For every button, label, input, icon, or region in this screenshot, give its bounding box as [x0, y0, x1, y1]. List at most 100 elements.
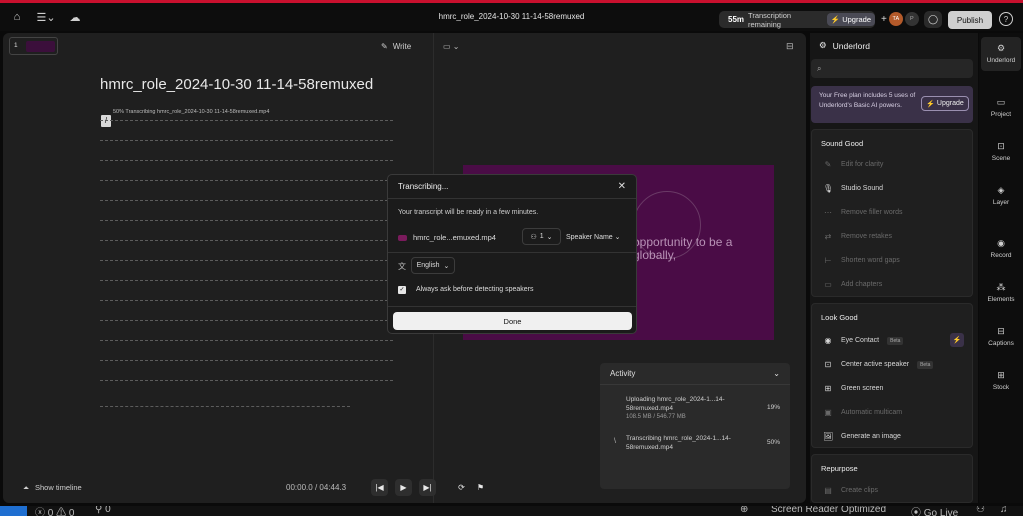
ports-indicator[interactable]: ⚲ 0 — [95, 506, 111, 515]
avatar[interactable]: P — [904, 12, 919, 26]
notifications-icon[interactable]: ♫ — [1000, 506, 1008, 515]
edit-for-clarity-item[interactable]: ✎ Edit for clarity — [823, 160, 884, 169]
show-timeline-button[interactable]: ⏶ Show timeline — [23, 483, 82, 493]
zoom-icon[interactable]: ⊕ — [740, 506, 748, 515]
green-screen-item[interactable]: ⊞ Green screen — [823, 384, 884, 393]
rail-captions[interactable]: ⊟ Captions — [979, 326, 1023, 347]
transcribing-dialog: Transcribing... ✕ Your transcript will b… — [387, 174, 637, 334]
rail-underlord[interactable]: ⚙ Underlord — [981, 37, 1021, 71]
panel-title: ⚙ Underlord — [819, 40, 870, 51]
chevron-down-icon: ⌄ — [546, 233, 553, 241]
remove-filler-words-item[interactable]: ⋯ Remove filler words — [823, 208, 902, 217]
canvas-layout-dropdown[interactable]: ▭ ⌄ — [443, 42, 459, 51]
collaborators[interactable]: + TA P — [881, 12, 919, 26]
remote-indicator[interactable] — [0, 506, 27, 516]
skip-forward-button[interactable]: ▶| — [419, 479, 436, 496]
generate-image-item[interactable]: 🖼 Generate an image — [823, 432, 901, 441]
activity-panel: Activity ⌄ Uploading hmrc_role_2024-1...… — [600, 363, 790, 489]
layers-icon: ◈ — [997, 185, 1005, 195]
publish-button[interactable]: Publish — [948, 11, 992, 29]
automatic-multicam-item[interactable]: ▣ Automatic multicam — [823, 408, 902, 417]
top-bar: ⌂ ☰⌄ ☁ hmrc_role_2024-10-30 11-14-58remu… — [0, 3, 1023, 31]
pen-icon: ✎ — [381, 42, 388, 51]
section-heading: Repurpose — [821, 464, 858, 473]
bolt-icon: ⚡ — [926, 100, 935, 108]
slash-command-button[interactable]: / — [101, 115, 111, 127]
close-icon[interactable]: ✕ — [618, 181, 626, 192]
beta-badge: Beta — [887, 336, 904, 345]
spinner-icon: \ — [614, 438, 616, 445]
placeholder-line — [100, 240, 393, 241]
create-clips-item[interactable]: ▤ Create clips — [823, 486, 878, 495]
speaker-count-dropdown[interactable]: ⚇ 1 ⌄ — [522, 228, 561, 245]
speaker-name-dropdown[interactable]: Speaker Name ⌄ — [566, 233, 621, 241]
upgrade-button[interactable]: ⚡ Upgrade — [826, 13, 875, 26]
rail-layer[interactable]: ◈ Layer — [979, 185, 1023, 206]
skip-back-button[interactable]: |◀ — [371, 479, 388, 496]
comments-button[interactable]: ◯ — [924, 11, 942, 28]
script-title[interactable]: hmrc_role_2024-10-30 11-14-58remuxed — [100, 76, 373, 93]
play-button[interactable]: ▶ — [395, 479, 412, 496]
accounts-icon[interactable]: ⚇ — [976, 506, 985, 515]
rail-record[interactable]: ◉ Record — [979, 238, 1023, 259]
loop-button[interactable]: ⟳ — [453, 479, 470, 496]
panel-layout-icon[interactable]: ⊟ — [786, 41, 794, 52]
add-collaborator-icon[interactable]: + — [881, 14, 887, 25]
gap-icon: ⊢ — [824, 256, 832, 265]
placeholder-line — [100, 380, 393, 381]
write-mode-button[interactable]: ✎ Write — [381, 42, 411, 51]
folder-icon: ▭ — [996, 97, 1006, 107]
chevron-down-icon[interactable]: ⌄ — [773, 369, 780, 378]
record-icon: ◉ — [997, 238, 1005, 248]
elements-icon: ⁂ — [996, 282, 1006, 292]
shorten-word-gaps-item[interactable]: ⊢ Shorten word gaps — [823, 256, 900, 265]
activity-item-percent: 50% — [766, 439, 780, 446]
placeholder-line — [100, 320, 393, 321]
done-button[interactable]: Done — [393, 312, 632, 330]
add-chapters-item[interactable]: ▭ Add chapters — [823, 280, 882, 289]
activity-item-size: 108.5 MB / 546.77 MB — [626, 414, 686, 420]
activity-item-percent: 19% — [766, 404, 780, 411]
checkbox-label: Always ask before detecting speakers — [416, 286, 534, 293]
screen-reader-status[interactable]: Screen Reader Optimized — [771, 506, 886, 515]
scene-thumbnail[interactable]: 1 — [9, 37, 58, 55]
rail-scene[interactable]: ⊡ Scene — [979, 141, 1023, 162]
activity-item-title: Uploading hmrc_role_2024-1...14-58remuxe… — [626, 396, 725, 412]
microphone-icon: 🎙 — [823, 184, 834, 193]
always-ask-checkbox[interactable]: ✓ — [398, 286, 406, 294]
search-input[interactable]: ⌕ — [811, 59, 973, 78]
bolt-icon[interactable]: ⚡ — [950, 333, 964, 347]
help-button[interactable]: ? — [999, 12, 1013, 26]
remove-retakes-item[interactable]: ⇄ Remove retakes — [823, 232, 892, 241]
placeholder-line — [100, 200, 393, 201]
rail-project[interactable]: ▭ Project — [979, 97, 1023, 118]
scene-number: 1 — [14, 42, 18, 49]
activity-header[interactable]: Activity ⌄ — [600, 363, 790, 385]
translate-icon: 文 — [398, 262, 406, 271]
look-good-section: Look Good ◉ Eye Contact Beta ⚡ ⊡ Center act… — [811, 303, 973, 448]
stock-icon: ⊞ — [997, 370, 1005, 380]
bookmark-button[interactable]: ⚑ — [472, 479, 489, 496]
skip-forward-icon: ▶| — [423, 483, 432, 492]
eye-contact-item[interactable]: ◉ Eye Contact Beta — [823, 336, 904, 345]
problems-indicator[interactable]: ⓧ 0 ⚠ 0 — [35, 506, 74, 516]
avatar[interactable]: TA — [888, 12, 903, 26]
rail-elements[interactable]: ⁂ Elements — [979, 282, 1023, 303]
language-dropdown[interactable]: English ⌄ — [411, 257, 455, 274]
scene-thumbnails: 1 — [3, 33, 63, 503]
filler-icon: ⋯ — [824, 208, 832, 217]
go-live-button[interactable]: ⦿ Go Live — [911, 506, 958, 516]
divider — [388, 252, 636, 253]
center-active-speaker-item[interactable]: ⊡ Center active speaker Beta — [823, 360, 934, 369]
studio-sound-item[interactable]: 🎙 Studio Sound — [823, 184, 883, 193]
eye-icon: ◉ — [824, 336, 832, 345]
rail-stock[interactable]: ⊞ Stock — [979, 370, 1023, 391]
play-icon: ▶ — [400, 483, 407, 492]
placeholder-line — [100, 160, 393, 161]
placeholder-line — [100, 360, 393, 361]
upgrade-button[interactable]: ⚡ Upgrade — [921, 96, 969, 111]
section-heading: Sound Good — [821, 139, 864, 148]
transcription-remaining[interactable]: 55m Transcription remaining ⚡ Upgrade — [719, 11, 875, 29]
center-icon: ⊡ — [824, 360, 832, 369]
search-icon: ⌕ — [817, 63, 822, 73]
